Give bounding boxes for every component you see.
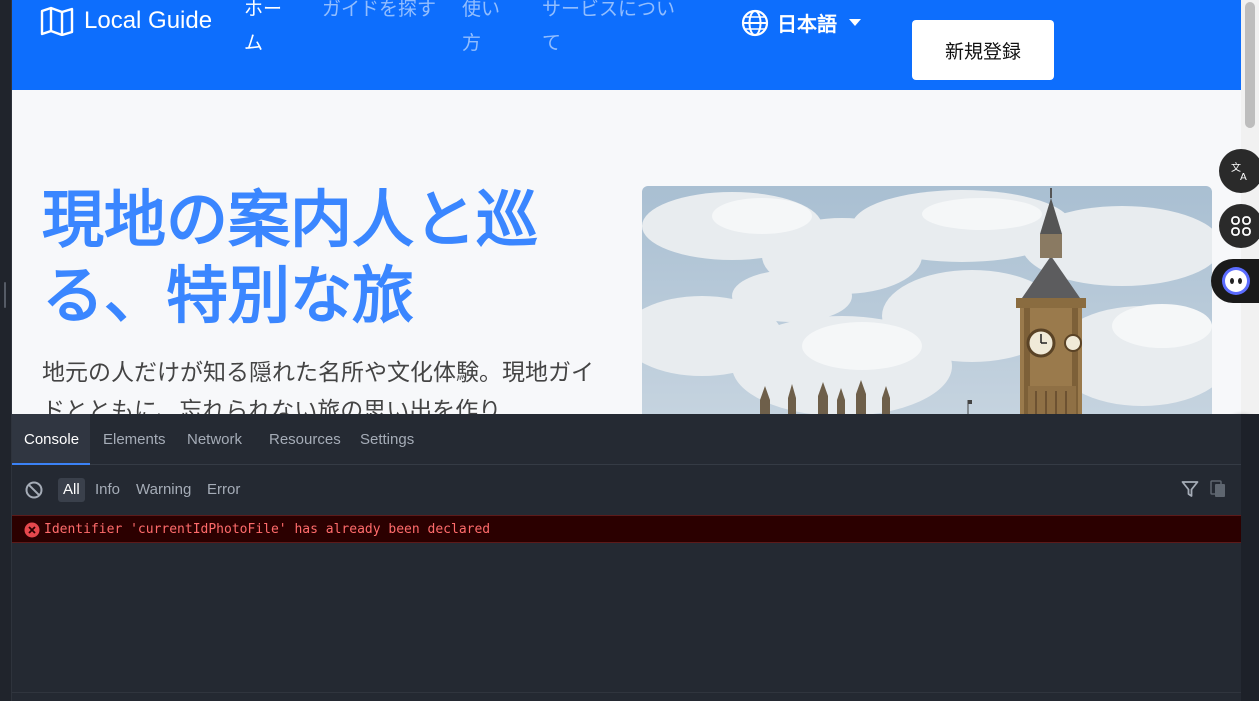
screen: Local Guide ホーム ガイドを探す 使い方 サービスについて 日本語 … [0,0,1259,701]
filter-info[interactable]: Info [90,478,125,502]
language-label: 日本語 [777,12,837,36]
big-ben-photo [642,186,1212,414]
nav-about-service[interactable]: サービスについて [542,0,692,60]
console-error-message: Identifier 'currentIdPhotoFile' has alre… [44,522,491,537]
tab-elements[interactable]: Elements [91,414,178,465]
window-edge [0,0,12,701]
signup-button[interactable]: 新規登録 [912,20,1054,80]
tab-network[interactable]: Network [175,414,254,465]
devtools-edge [1241,414,1259,701]
translate-widget-button[interactable]: 文 A [1219,149,1259,193]
brand-link[interactable]: Local Guide [40,6,212,36]
console-error-row[interactable]: Identifier 'currentIdPhotoFile' has alre… [12,515,1241,543]
brand-name: Local Guide [84,7,213,34]
svg-text:A: A [1240,172,1247,182]
copy-icon[interactable] [1210,480,1226,498]
filter-warning[interactable]: Warning [131,478,196,502]
nav-find-guide[interactable]: ガイドを探す [322,0,437,26]
hero-image [642,186,1212,414]
hero-title: 現地の案内人と巡る、特別な旅 [42,183,539,332]
console-toolbar: All Info Warning Error [12,466,1241,514]
shortcut-widget-button[interactable] [1219,204,1259,248]
command-icon [1231,216,1251,236]
tab-settings[interactable]: Settings [348,414,426,465]
error-icon [24,522,40,538]
console-input-area[interactable] [12,692,1241,701]
hero-description: 地元の人だけが知る隠れた名所や文化体験。現地ガイドとともに、忘れられない旅の思い… [42,360,594,414]
devtools-tabbar: Console Elements Network Resources Setti… [12,414,1241,465]
nav-how-to-use[interactable]: 使い方 [462,0,514,60]
nav-home[interactable]: ホーム [244,0,294,60]
chevron-down-icon [849,19,861,26]
assistant-face-icon [1222,267,1250,295]
page-viewport: Local Guide ホーム ガイドを探す 使い方 サービスについて 日本語 … [12,0,1241,414]
funnel-icon[interactable] [1181,480,1199,498]
globe-icon [741,9,769,36]
resize-grip[interactable] [4,282,6,308]
scrollbar-thumb[interactable] [1245,2,1255,128]
clear-console-icon[interactable] [25,481,43,499]
filter-error[interactable]: Error [202,478,245,502]
assistant-widget-button[interactable] [1211,259,1259,303]
map-icon [40,6,74,36]
tab-resources[interactable]: Resources [257,414,353,465]
devtools-panel: Console Elements Network Resources Setti… [12,414,1241,701]
language-dropdown[interactable]: 日本語 [741,8,861,37]
tab-console[interactable]: Console [12,414,90,465]
navbar: Local Guide ホーム ガイドを探す 使い方 サービスについて 日本語 … [12,0,1241,90]
translate-icon: 文 A [1231,161,1247,182]
filter-all[interactable]: All [58,478,85,502]
